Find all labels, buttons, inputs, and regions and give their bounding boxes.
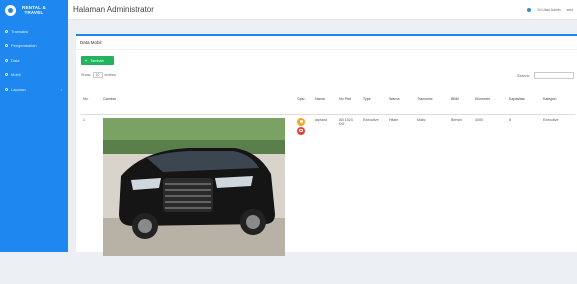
entries-length: Show 10 entries bbox=[81, 72, 116, 78]
cell-type: Executive bbox=[363, 117, 379, 122]
cell-kategori: Executive bbox=[543, 117, 559, 122]
search-input[interactable] bbox=[534, 72, 574, 79]
sidebar-item-pengembalian[interactable]: Pengembalian bbox=[0, 39, 68, 54]
search-label: Search: bbox=[516, 73, 530, 78]
cell-kilometer: 4000 bbox=[475, 117, 483, 122]
circle-icon bbox=[5, 58, 8, 62]
brand[interactable]: RENTAL & TRAVEL bbox=[0, 0, 68, 20]
column-header-kilometer[interactable]: Kilometer bbox=[473, 84, 507, 115]
column-header-gambar[interactable]: Gambar bbox=[101, 84, 295, 115]
column-header-bbm[interactable]: BBM bbox=[449, 84, 473, 115]
circle-icon bbox=[5, 44, 8, 48]
edit-button[interactable] bbox=[297, 117, 305, 126]
sidebar: RENTAL & TRAVEL Transaksi Pengembalian D… bbox=[0, 0, 68, 252]
sidebar-menu: Transaksi Pengembalian Data Mobil Lapora… bbox=[0, 24, 68, 97]
cell-opsi bbox=[295, 114, 313, 284]
cell-bbm: Bensin bbox=[451, 117, 462, 122]
page-title: Halaman Administrator bbox=[73, 5, 154, 14]
brand-name: RENTAL & TRAVEL bbox=[22, 5, 46, 15]
sidebar-item-transaksi[interactable]: Transaksi bbox=[0, 24, 68, 39]
topbar-user-area: Sri Utari Admin sect bbox=[527, 7, 573, 12]
cell-transmisi: Matic bbox=[417, 117, 426, 122]
table-header-row: No↕ Gambar Opsi↕ Nama No Plat Type Warna… bbox=[81, 84, 575, 115]
cell-plat: AB 1024 DG bbox=[339, 117, 353, 126]
sidebar-item-label: Laporan bbox=[11, 86, 26, 92]
cell-no: 1 bbox=[83, 117, 85, 122]
sort-icon: ↕ bbox=[88, 96, 91, 101]
entries-select[interactable]: 10 bbox=[92, 72, 103, 78]
cars-table: No↕ Gambar Opsi↕ Nama No Plat Type Warna… bbox=[81, 84, 575, 284]
car-photo bbox=[103, 117, 285, 256]
cell-kapasitas: 6 bbox=[509, 117, 511, 122]
panel-title: Data Mobil bbox=[76, 36, 577, 50]
cell-nama: alphard bbox=[315, 117, 327, 122]
column-header-no[interactable]: No↕ bbox=[81, 84, 101, 115]
column-header-warna[interactable]: Warna bbox=[387, 84, 415, 115]
add-car-button[interactable]: + Tambah bbox=[81, 56, 114, 65]
column-header-kategori[interactable]: Kategori bbox=[541, 84, 575, 115]
circle-icon bbox=[5, 87, 8, 91]
column-header-opsi[interactable]: Opsi↕ bbox=[295, 84, 313, 115]
user-name[interactable]: Sri Utari Admin bbox=[537, 8, 560, 12]
circle-icon bbox=[5, 73, 8, 77]
trash-icon bbox=[299, 128, 303, 133]
chevron-left-icon: ‹ bbox=[60, 86, 62, 92]
brand-logo-icon bbox=[5, 4, 16, 16]
sidebar-item-laporan[interactable]: Laporan ‹ bbox=[0, 82, 68, 97]
column-header-type[interactable]: Type bbox=[361, 84, 387, 115]
delete-button[interactable] bbox=[297, 126, 305, 135]
sidebar-item-label: Mobil bbox=[11, 72, 21, 78]
data-panel: Data Mobil + Tambah Show 10 entries Sear… bbox=[76, 34, 577, 256]
sidebar-item-label: Transaksi bbox=[11, 28, 29, 34]
sidebar-item-label: Pengembalian bbox=[11, 43, 37, 49]
add-button-label: Tambah bbox=[90, 58, 104, 63]
sort-icon: ↕ bbox=[305, 96, 307, 101]
topbar: Halaman Administrator Sri Utari Admin se… bbox=[68, 0, 577, 20]
sidebar-item-mobil[interactable]: Mobil bbox=[0, 68, 68, 83]
table-row: 1 alphard AB 1024 DG Executive Hitam Mat… bbox=[81, 114, 575, 284]
column-header-plat[interactable]: No Plat bbox=[337, 84, 361, 115]
circle-icon bbox=[5, 29, 8, 33]
plus-icon: + bbox=[85, 58, 88, 63]
cell-gambar bbox=[101, 114, 295, 284]
user-avatar-icon[interactable] bbox=[527, 7, 532, 12]
pencil-icon bbox=[299, 120, 303, 123]
sidebar-item-data[interactable]: Data bbox=[0, 53, 68, 68]
sidebar-item-label: Data bbox=[11, 57, 20, 63]
column-header-kapasitas[interactable]: Kapasitas bbox=[507, 84, 541, 115]
cell-warna: Hitam bbox=[389, 117, 399, 122]
column-header-nama[interactable]: Nama bbox=[313, 84, 337, 115]
logout-link[interactable]: sect bbox=[567, 8, 573, 12]
column-header-transmisi[interactable]: Transmisi bbox=[415, 84, 449, 115]
search-area: Search: bbox=[517, 72, 574, 79]
